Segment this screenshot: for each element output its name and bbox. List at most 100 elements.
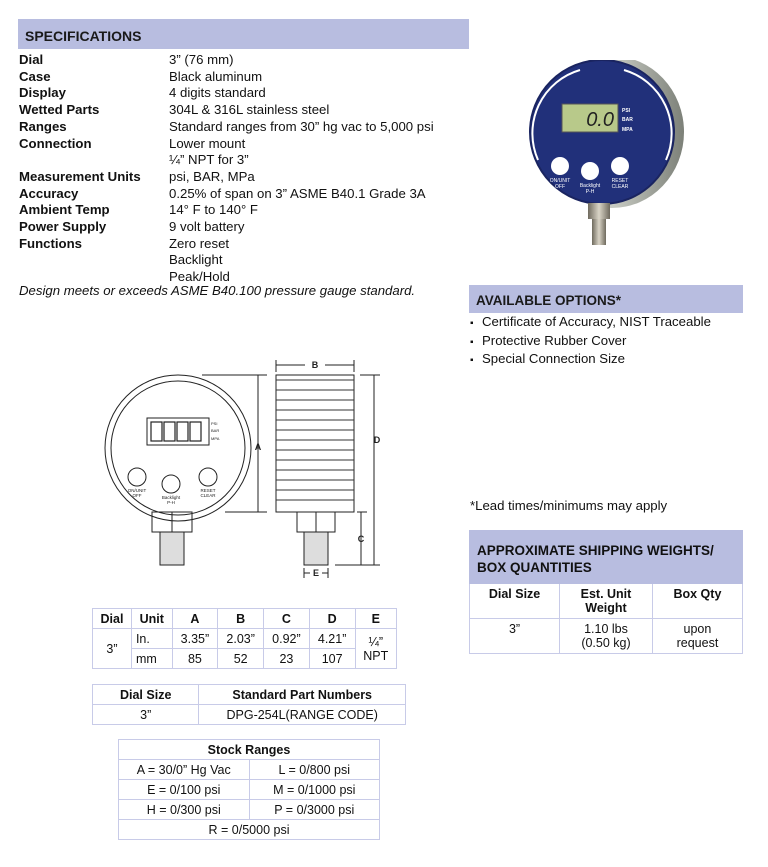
button-label: CLEAR — [612, 184, 629, 190]
spec-value-line: 14° F to 140° F — [169, 202, 258, 218]
spec-label: Connection — [19, 135, 92, 151]
spec-value-line: Lower mount — [169, 135, 246, 151]
spec-row: Functions Zero reset Backlight Peak/Hold — [19, 236, 469, 286]
col-dial-size: Dial Size — [468, 583, 561, 619]
spec-value-line: 3” (76 mm) — [169, 52, 234, 67]
table-row: 3” In. 3.35” 2.03” 0.92” 4.21” ¼” NPT — [92, 628, 397, 669]
svg-text:OFF: OFF — [133, 493, 142, 498]
button-label: OFF — [555, 184, 565, 190]
spec-value: 9 volt battery — [169, 219, 469, 236]
dim-label-c: C — [358, 534, 365, 544]
spec-row: Measurement Units psi, BAR, MPa — [19, 169, 469, 186]
shipping-table: APPROXIMATE SHIPPING WEIGHTS/BOX QUANTIT… — [468, 530, 744, 654]
gauge-thread — [592, 219, 606, 245]
dimensions-table: Dial Unit A B C D E 3” In. 3.35” 2.03” 0… — [92, 608, 397, 669]
specifications-header: SPECIFICATIONS — [18, 19, 469, 49]
spec-row: Power Supply 9 volt battery — [19, 219, 469, 236]
svg-text:BAR: BAR — [211, 428, 219, 433]
gauge-photo: 0.0 PSI BAR MPA ON/UNIT OFF Backlight P-… — [529, 60, 684, 245]
table-row: E = 0/100 psi M = 0/1000 psi — [118, 779, 380, 800]
button-on-off — [551, 157, 569, 175]
spec-value: 0.25% of span on 3” ASME B40.1 Grade 3A — [169, 186, 469, 203]
col-box-qty: Box Qty — [651, 583, 744, 619]
option-item: Protective Rubber Cover — [470, 333, 711, 352]
button-backlight — [581, 162, 599, 180]
spec-value-line: 9 volt battery — [169, 219, 245, 235]
table-row: A = 30/0” Hg Vac L = 0/800 psi — [118, 759, 380, 780]
spec-value: Zero reset Backlight Peak/Hold — [169, 236, 469, 286]
spec-label: Measurement Units — [19, 168, 141, 184]
option-item: Special Connection Size — [470, 351, 711, 370]
spec-label: Functions — [19, 235, 83, 251]
button-reset — [611, 157, 629, 175]
spec-value-line: 0.25% of span on 3” ASME B40.1 Grade 3A — [169, 185, 426, 201]
dim-label-a: A — [255, 442, 262, 452]
col-unit-weight: Est. Unit Weight — [559, 583, 653, 619]
spec-label: Ranges — [19, 118, 67, 134]
dim-label-e: E — [313, 568, 319, 578]
spec-value-line: 304L & 316L stainless steel — [169, 102, 330, 118]
spec-value-line: ¼” NPT for 3” — [169, 152, 249, 168]
spec-label: Display — [19, 85, 66, 101]
lcd-value: 0.0 — [586, 109, 614, 131]
lead-time-note: *Lead times/minimums may apply — [470, 498, 668, 513]
options-list: Certificate of Accuracy, NIST Traceable … — [470, 314, 711, 370]
spec-row: Case Black aluminum — [19, 69, 469, 86]
spec-label: Dial — [19, 52, 44, 67]
spec-value: Black aluminum — [169, 69, 469, 86]
dim-label-d: D — [374, 435, 381, 445]
spec-value: Lower mount ¼” NPT for 3” — [169, 136, 469, 169]
spec-row: Display 4 digits standard — [19, 85, 469, 102]
spec-row: Ambient Temp 14° F to 140° F — [19, 202, 469, 219]
cell-e: ¼” NPT — [354, 628, 397, 669]
side-outline — [275, 374, 355, 513]
option-item: Certificate of Accuracy, NIST Traceable — [470, 314, 711, 333]
svg-text:P-H: P-H — [167, 500, 175, 505]
specifications-note: Design meets or exceeds ASME B40.100 pre… — [19, 283, 416, 298]
spec-row: Wetted Parts 304L & 316L stainless steel — [19, 102, 469, 119]
unit-bar: BAR — [622, 117, 633, 123]
front-thread — [159, 531, 185, 566]
spec-value-line: Backlight — [169, 252, 223, 268]
part-numbers-table: Dial Size Standard Part Numbers 3” DPG-2… — [91, 684, 406, 725]
table-row: H = 0/300 psi P = 0/3000 psi — [118, 799, 380, 820]
spec-row: Connection Lower mount ¼” NPT for 3” — [19, 136, 469, 169]
cell-weight: 1.10 lbs (0.50 kg) — [559, 618, 653, 654]
spec-value-line: Zero reset — [169, 235, 230, 251]
spec-value: 304L & 316L stainless steel — [169, 102, 469, 119]
table-row: mm 85 52 23 107 — [93, 648, 397, 669]
cell-dial: 3” — [92, 628, 132, 669]
spec-label: Wetted Parts — [19, 102, 100, 118]
unit-mpa: MPA — [622, 127, 633, 133]
spec-value: Standard ranges from 30” hg vac to 5,000… — [169, 119, 469, 136]
spec-value: 3” (76 mm) — [169, 52, 469, 69]
svg-text:PSI: PSI — [211, 421, 217, 426]
spec-row: Accuracy 0.25% of span on 3” ASME B40.1 G… — [19, 186, 469, 203]
dim-label-b: B — [312, 360, 319, 370]
spec-label: Power Supply — [19, 219, 107, 235]
spec-row: Dial 3” (76 mm) — [19, 52, 469, 69]
spec-value-line: Standard ranges from 30” hg vac to 5,000… — [169, 118, 434, 134]
button-label: P-H — [586, 189, 595, 195]
spec-label: Ambient Temp — [19, 202, 110, 218]
spec-value-line: 4 digits standard — [169, 85, 266, 101]
spec-value: 4 digits standard — [169, 85, 469, 102]
spec-value-line: psi, BAR, MPa — [169, 168, 255, 184]
svg-text:CLEAR: CLEAR — [200, 493, 216, 498]
spec-label: Case — [19, 68, 51, 84]
spec-row: Ranges Standard ranges from 30” hg vac to… — [19, 119, 469, 136]
table-row: 3” 1.10 lbs (0.50 kg) upon request — [468, 618, 744, 654]
specifications-list: Dial 3” (76 mm) Case Black aluminum Display 4… — [19, 52, 469, 286]
options-header: AVAILABLE OPTIONS* — [469, 285, 743, 313]
cell-qty: upon request — [651, 618, 744, 654]
unit-psi: PSI — [622, 108, 631, 114]
gauge-hex — [588, 203, 610, 219]
spec-value: psi, BAR, MPa — [169, 169, 469, 186]
dimension-drawing: PSI BAR MPA ON/UNITOFF BacklightP-H RESE… — [104, 360, 381, 578]
spec-value-line: Black aluminum — [169, 68, 263, 84]
spec-label: Accuracy — [19, 185, 79, 201]
cell-dial: 3” — [468, 618, 561, 654]
svg-text:MPA: MPA — [211, 436, 220, 441]
stock-ranges-table: Stock Ranges A = 30/0” Hg Vac L = 0/800 p… — [118, 739, 380, 840]
shipping-header: APPROXIMATE SHIPPING WEIGHTS/BOX QUANTIT… — [469, 530, 743, 584]
